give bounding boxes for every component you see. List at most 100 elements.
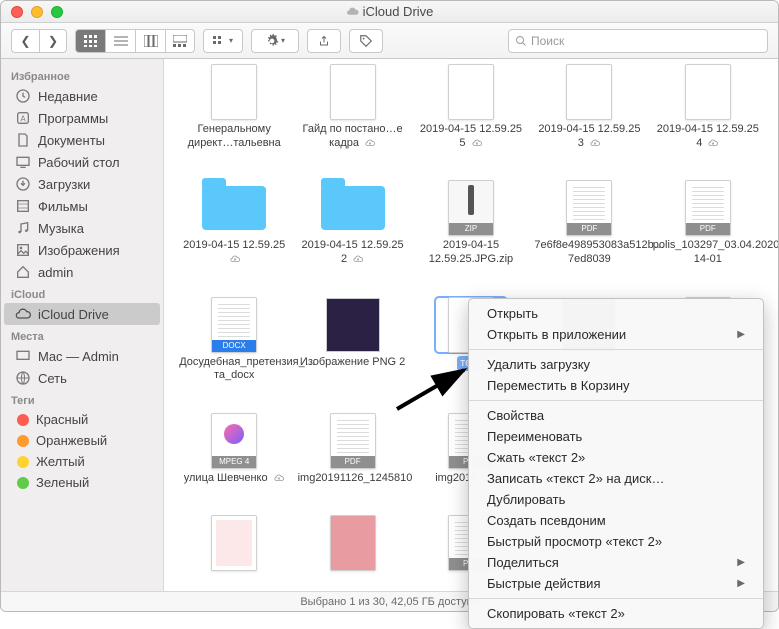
file-icon [211, 64, 257, 120]
file-name: 2019-04-15 12.59.25 4 [653, 123, 763, 151]
ctx-burn[interactable]: Записать «текст 2» на диск… [469, 468, 763, 489]
sidebar-header-tags: Теги [1, 389, 163, 409]
sidebar-label: Желтый [36, 454, 85, 469]
cloud-download-icon [273, 473, 285, 483]
cloud-download-icon [589, 138, 601, 148]
sidebar-item[interactable]: Сеть [1, 367, 163, 389]
file-item[interactable]: PDF 7e6f8e498953083a512b…7ed8039 [533, 181, 645, 283]
ctx-alias[interactable]: Создать псевдоним [469, 510, 763, 531]
ctx-copy[interactable]: Скопировать «текст 2» [469, 603, 763, 624]
file-item[interactable] [296, 516, 408, 591]
file-item[interactable]: 2019-04-15 12.59.25 [178, 181, 290, 283]
ctx-duplicate[interactable]: Дублировать [469, 489, 763, 510]
gallery-icon [173, 35, 187, 47]
file-item[interactable]: Изображение PNG 2 [296, 298, 408, 400]
columns-icon [144, 35, 158, 47]
file-item[interactable]: 2019-04-15 12.59.25 5 [415, 65, 527, 167]
sidebar-tag[interactable]: Желтый [1, 451, 163, 472]
sidebar-tag[interactable]: Зеленый [1, 472, 163, 493]
ctx-quicklook[interactable]: Быстрый просмотр «текст 2» [469, 531, 763, 552]
sidebar-item[interactable]: Загрузки [1, 173, 163, 195]
gear-icon [265, 34, 279, 48]
sidebar-label: Программы [38, 111, 108, 126]
sidebar-item-icloud-drive[interactable]: iCloud Drive [4, 303, 160, 325]
context-menu: Открыть Открыть в приложении▶ Удалить за… [468, 298, 764, 629]
file-item[interactable]: PDFimg20191126_1245810 [296, 414, 408, 503]
arrange-icon [213, 36, 227, 46]
file-item[interactable]: Генеральному директ…тальевна [178, 65, 290, 167]
cloud-download-icon [229, 254, 241, 264]
tags-button[interactable] [349, 29, 383, 53]
music-icon [15, 220, 31, 236]
sidebar-label: iCloud Drive [38, 307, 109, 322]
image-thumb [326, 298, 380, 352]
list-view-button[interactable] [105, 29, 135, 53]
sidebar-item[interactable]: Фильмы [1, 195, 163, 217]
file-item[interactable] [178, 516, 290, 591]
sidebar-tag[interactable]: Красный [1, 409, 163, 430]
file-icon: MPEG 4 [211, 413, 257, 469]
nav-group: ❮ ❯ [11, 29, 67, 53]
ctx-trash[interactable]: Переместить в Корзину [469, 375, 763, 396]
ctx-remove-download[interactable]: Удалить загрузку [469, 354, 763, 375]
forward-button[interactable]: ❯ [39, 29, 67, 53]
ctx-open[interactable]: Открыть [469, 303, 763, 324]
file-name: 2019-04-15 12.59.25 3 [534, 123, 644, 151]
cloud-download-icon [364, 138, 376, 148]
sidebar-item[interactable]: Изображения [1, 239, 163, 261]
file-item[interactable]: 2019-04-15 12.59.25 3 [533, 65, 645, 167]
file-icon: DOCX [211, 297, 257, 353]
file-name: Генеральному директ…тальевна [179, 123, 289, 151]
file-icon: PDF [566, 180, 612, 236]
file-item[interactable]: DOCXДосудебная_претензия_…та_docx [178, 298, 290, 400]
ctx-compress[interactable]: Сжать «текст 2» [469, 447, 763, 468]
action-button[interactable]: ▾ [251, 29, 299, 53]
sidebar-item[interactable]: Музыка [1, 217, 163, 239]
sidebar-label: Документы [38, 133, 105, 148]
sidebar-item[interactable]: Mac — Admin [1, 345, 163, 367]
chevron-right-icon: ▶ [737, 557, 745, 568]
ctx-open-with[interactable]: Открыть в приложении▶ [469, 324, 763, 345]
clock-icon [15, 88, 31, 104]
sidebar-item[interactable]: A Программы [1, 107, 163, 129]
cloud-icon [15, 306, 31, 322]
book-thumb [330, 515, 376, 571]
ctx-info[interactable]: Свойства [469, 405, 763, 426]
arrange-button[interactable]: ▾ [203, 29, 243, 53]
chevron-right-icon: ▶ [737, 329, 745, 340]
sidebar-item[interactable]: Документы [1, 129, 163, 151]
file-item[interactable]: 2019-04-15 12.59.25 4 [652, 65, 764, 167]
gallery-view-button[interactable] [165, 29, 195, 53]
image-icon [15, 242, 31, 258]
sidebar-item[interactable]: Недавние [1, 85, 163, 107]
sidebar-label: Рабочий стол [38, 155, 120, 170]
file-name: 2019-04-15 12.59.25.JPG.zip [416, 239, 526, 267]
back-button[interactable]: ❮ [11, 29, 39, 53]
sidebar-header-places: Места [1, 325, 163, 345]
tag-dot-icon [17, 414, 29, 426]
ctx-rename[interactable]: Переименовать [469, 426, 763, 447]
disp-icon [15, 348, 31, 364]
file-icon [685, 64, 731, 120]
sidebar-tag[interactable]: Оранжевый [1, 430, 163, 451]
file-item[interactable]: ZIP2019-04-15 12.59.25.JPG.zip [415, 181, 527, 283]
tag-dot-icon [17, 477, 29, 489]
file-item[interactable]: PDFpolis_103297_03.04.2020_12-14-01 [652, 181, 764, 283]
search-input[interactable]: Поиск [508, 29, 768, 53]
share-button[interactable] [307, 29, 341, 53]
list-icon [114, 36, 128, 46]
file-item[interactable]: MPEG 4улица Шевченко [178, 414, 290, 503]
ctx-quick-actions[interactable]: Быстрые действия▶ [469, 573, 763, 594]
sidebar-label: Загрузки [38, 177, 90, 192]
sidebar-label: Зеленый [36, 475, 89, 490]
column-view-button[interactable] [135, 29, 165, 53]
icon-view-button[interactable] [75, 29, 105, 53]
file-name: 7e6f8e498953083a512b…7ed8039 [534, 239, 644, 267]
svg-text:A: A [20, 114, 26, 123]
grid-icon [84, 35, 98, 47]
sidebar-item[interactable]: Рабочий стол [1, 151, 163, 173]
ctx-share[interactable]: Поделиться▶ [469, 552, 763, 573]
sidebar-item[interactable]: admin [1, 261, 163, 283]
file-item[interactable]: 2019-04-15 12.59.25 2 [296, 181, 408, 283]
file-item[interactable]: Гайд по постано…е кадра [296, 65, 408, 167]
